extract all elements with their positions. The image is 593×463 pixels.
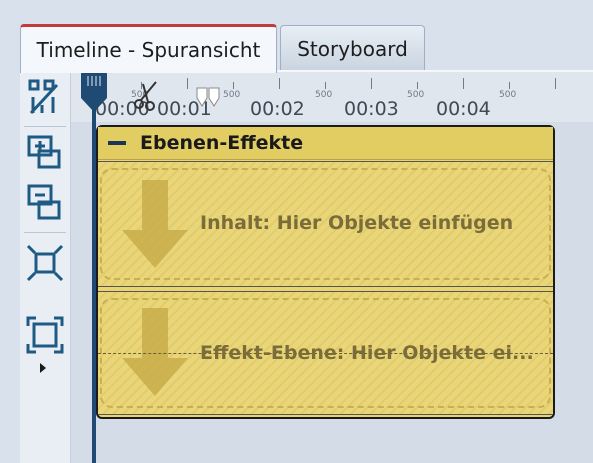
ruler-time-label: 00:03 xyxy=(344,98,399,120)
toolbar-separator xyxy=(24,232,66,233)
arrow-down-icon xyxy=(122,180,188,268)
scissors-icon[interactable] xyxy=(131,78,161,112)
add-track-icon xyxy=(27,135,61,169)
content-drop-slot[interactable]: Inhalt: Hier Objekte einfügen xyxy=(98,161,553,287)
expand-view-icon xyxy=(26,316,64,354)
tab-storyboard-label: Storyboard xyxy=(297,36,408,61)
effect-slot-label: Effekt-Ebene: Hier Objekte ei... xyxy=(200,342,534,364)
tab-storyboard[interactable]: Storyboard xyxy=(280,25,425,71)
group-title: Ebenen-Effekte xyxy=(140,132,304,154)
add-track-button[interactable] xyxy=(20,130,70,176)
content-slot-label: Inhalt: Hier Objekte einfügen xyxy=(200,212,514,234)
effect-layer-group[interactable]: Ebenen-Effekte Inhalt: Hier Objekte einf… xyxy=(96,125,555,419)
timeline-toolbar xyxy=(20,72,71,463)
time-ruler[interactable]: 500 500 500 500 500 00:00 00:01 00:02 00… xyxy=(71,72,593,122)
ruler-time-label: 00:04 xyxy=(436,98,491,120)
ruler-minor-label: 500 xyxy=(499,90,517,100)
playhead-handle-icon[interactable] xyxy=(80,72,108,114)
effect-drop-slot[interactable]: Effekt-Ebene: Hier Objekte ei... xyxy=(98,291,553,415)
remove-track-icon xyxy=(27,184,61,220)
group-header[interactable]: Ebenen-Effekte xyxy=(98,127,553,160)
marker-handle-icon[interactable] xyxy=(195,86,225,108)
remove-track-button[interactable] xyxy=(20,179,70,225)
shrink-view-icon xyxy=(26,244,64,282)
tab-bar: Timeline - Spuransicht Storyboard xyxy=(0,0,593,73)
shrink-view-button[interactable] xyxy=(20,240,70,286)
tab-timeline[interactable]: Timeline - Spuransicht xyxy=(20,24,277,73)
split-percent-button[interactable] xyxy=(20,74,70,120)
ruler-minor-label: 500 xyxy=(407,90,425,100)
ruler-time-label: 00:02 xyxy=(250,98,305,120)
expand-view-button[interactable] xyxy=(20,312,70,358)
tab-timeline-label: Timeline - Spuransicht xyxy=(36,38,261,62)
dropdown-caret-icon[interactable] xyxy=(40,363,46,373)
playhead-line[interactable] xyxy=(92,90,96,463)
split-percent-icon xyxy=(28,79,59,115)
ruler-minor-label: 500 xyxy=(315,90,333,100)
ruler-minor-label: 500 xyxy=(223,90,241,100)
toolbar-separator xyxy=(24,126,66,127)
collapse-icon[interactable] xyxy=(108,141,126,145)
timeline-area[interactable]: 500 500 500 500 500 00:00 00:01 00:02 00… xyxy=(71,72,593,463)
